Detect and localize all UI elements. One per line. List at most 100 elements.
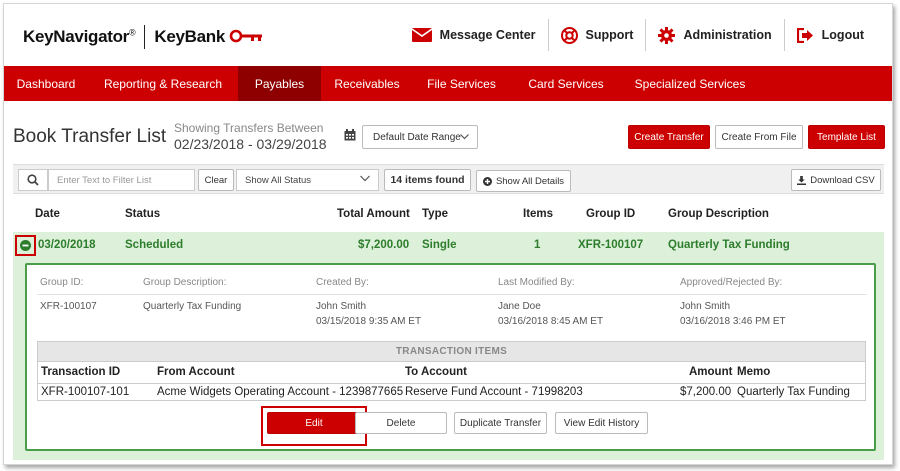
ti-column-from-account: From Account <box>157 366 235 378</box>
support-link[interactable]: Support <box>549 19 647 51</box>
detail-created-by-date: 03/15/2018 9:35 AM ET <box>316 316 422 327</box>
column-total-amount[interactable]: Total Amount <box>337 208 410 220</box>
row-detail-container: Group ID: Group Description: Created By:… <box>13 259 884 460</box>
chevron-down-icon <box>460 134 469 140</box>
main-nav: Dashboard Reporting & Research Payables … <box>4 66 892 101</box>
create-from-file-button[interactable]: Create From File <box>715 125 803 149</box>
edit-button[interactable]: Edit <box>267 412 361 434</box>
nav-reporting-research[interactable]: Reporting & Research <box>88 66 238 101</box>
row-detail-panel: Group ID: Group Description: Created By:… <box>25 263 876 451</box>
nav-payables[interactable]: Payables <box>238 66 321 101</box>
detail-group-id-label: Group ID: <box>40 277 84 288</box>
transaction-items-table: TRANSACTION ITEMS Transaction ID From Ac… <box>37 341 866 401</box>
nav-specialized-services[interactable]: Specialized Services <box>622 66 758 101</box>
gear-icon <box>658 26 676 44</box>
ti-row-from-account: Acme Widgets Operating Account - 1239877… <box>157 386 404 398</box>
transaction-items-title: TRANSACTION ITEMS <box>38 342 865 362</box>
plus-circle-icon <box>482 176 492 186</box>
row-total-amount: $7,200.00 <box>358 239 410 251</box>
status-select[interactable]: Show All Status <box>236 169 379 191</box>
date-range-select-value: Default Date Range <box>373 131 461 143</box>
status-select-value: Show All Status <box>245 175 312 186</box>
column-date[interactable]: Date <box>35 208 60 220</box>
row-items: 1 <box>534 239 541 251</box>
nav-card-services[interactable]: Card Services <box>510 66 622 101</box>
support-label: Support <box>585 28 634 42</box>
date-range-text: 02/23/2018 - 03/29/2018 <box>174 136 327 152</box>
message-center-link[interactable]: Message Center <box>400 19 549 51</box>
detail-modified-by-name: Jane Doe <box>498 301 541 312</box>
showing-transfers-label: Showing Transfers Between <box>174 121 324 135</box>
table-header: Date Status Total Amount Type Items Grou… <box>13 202 884 230</box>
detail-divider <box>37 294 867 295</box>
minus-circle-icon <box>20 240 31 251</box>
row-status: Scheduled <box>125 239 184 251</box>
administration-link[interactable]: Administration <box>646 19 785 51</box>
keybank-logo: KeyBank <box>154 27 226 46</box>
envelope-icon <box>411 28 432 42</box>
ti-column-to-account: To Account <box>405 366 467 378</box>
administration-label: Administration <box>683 28 772 42</box>
detail-approved-rejected-by-label: Approved/Rejected By: <box>680 277 783 288</box>
app-window: KeyNavigator® KeyBank Message Center Sup… <box>3 3 893 465</box>
chevron-down-icon <box>360 175 370 182</box>
clear-button[interactable]: Clear <box>198 169 234 191</box>
logout-label: Logout <box>821 28 864 42</box>
show-all-details-button[interactable]: Show All Details <box>476 170 571 192</box>
detail-last-modified-by-label: Last Modified By: <box>498 277 575 288</box>
download-csv-label: Download CSV <box>810 174 875 186</box>
search-button[interactable] <box>18 169 48 191</box>
download-icon <box>797 175 807 185</box>
lifebuoy-icon <box>560 26 578 44</box>
ti-row-amount: $7,200.00 <box>680 386 732 398</box>
row-type: Single <box>422 239 457 251</box>
detail-approved-by-name: John Smith <box>680 301 731 312</box>
template-list-button[interactable]: Template List <box>808 125 885 149</box>
message-center-label: Message Center <box>439 28 536 42</box>
detail-approved-by-date: 03/16/2018 3:46 PM ET <box>680 316 786 327</box>
detail-group-id-value: XFR-100107 <box>40 301 97 312</box>
search-icon <box>27 174 39 186</box>
column-type[interactable]: Type <box>422 208 448 220</box>
top-header: KeyNavigator® KeyBank Message Center Sup… <box>4 4 892 66</box>
table-row[interactable]: 03/20/2018 Scheduled $7,200.00 Single 1 … <box>13 232 884 259</box>
logo[interactable]: KeyNavigator® KeyBank <box>23 25 263 49</box>
column-group-description[interactable]: Group Description <box>668 208 769 220</box>
show-all-details-label: Show All Details <box>495 175 565 187</box>
ti-row-transaction-id: XFR-100107-101 <box>41 386 130 398</box>
create-transfer-button[interactable]: Create Transfer <box>628 125 710 149</box>
calendar-icon[interactable] <box>344 129 356 144</box>
header-nav: Message Center Support Administration Lo… <box>400 19 892 51</box>
row-group-id: XFR-100107 <box>578 239 644 251</box>
column-group-id[interactable]: Group ID <box>586 208 635 220</box>
keynavigator-logo: KeyNavigator® <box>23 27 136 46</box>
filter-bar: Enter Text to Filter List Clear Show All… <box>13 164 884 194</box>
detail-created-by-name: John Smith <box>316 301 367 312</box>
nav-receivables[interactable]: Receivables <box>321 66 413 101</box>
download-csv-button[interactable]: Download CSV <box>791 169 881 191</box>
delete-button[interactable]: Delete <box>355 412 447 434</box>
duplicate-transfer-button[interactable]: Duplicate Transfer <box>454 412 547 434</box>
ti-row-to-account: Reserve Fund Account - 71998203 <box>405 386 583 398</box>
page-title: Book Transfer List <box>13 126 167 147</box>
logout-icon <box>796 27 813 43</box>
date-range-select[interactable]: Default Date Range <box>362 125 478 149</box>
filter-input[interactable]: Enter Text to Filter List <box>48 169 195 191</box>
ti-header-divider <box>38 383 865 384</box>
ti-column-memo: Memo <box>737 366 771 378</box>
items-found-badge: 14 items found <box>384 169 471 191</box>
ti-column-transaction-id: Transaction ID <box>41 366 121 378</box>
row-date: 03/20/2018 <box>38 239 96 251</box>
logo-divider <box>144 25 146 49</box>
ti-column-amount: Amount <box>689 366 733 378</box>
ti-row-memo: Quarterly Tax Funding <box>737 386 850 398</box>
detail-modified-by-date: 03/16/2018 8:45 AM ET <box>498 316 604 327</box>
nav-dashboard[interactable]: Dashboard <box>4 66 88 101</box>
collapse-row-button[interactable] <box>15 235 36 256</box>
row-group-description: Quarterly Tax Funding <box>668 239 790 251</box>
column-status[interactable]: Status <box>125 208 160 220</box>
logout-link[interactable]: Logout <box>785 19 892 51</box>
nav-file-services[interactable]: File Services <box>413 66 510 101</box>
view-edit-history-button[interactable]: View Edit History <box>555 412 648 434</box>
column-items[interactable]: Items <box>523 208 553 220</box>
